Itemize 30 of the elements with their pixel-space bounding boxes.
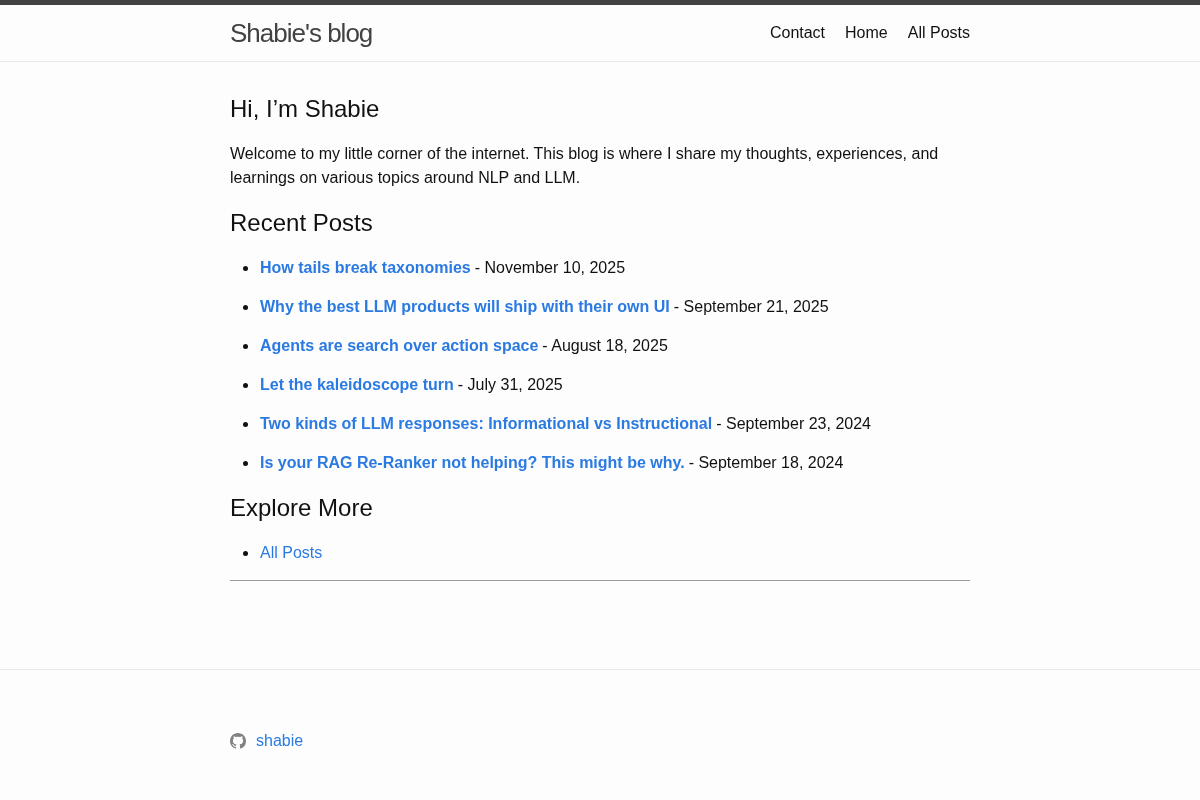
github-icon xyxy=(230,733,246,749)
post-link[interactable]: Is your RAG Re-Ranker not helping? This might be why. xyxy=(260,451,685,475)
intro-paragraph: Welcome to my little corner of the internet. This blog is where I share my thoughts, experiences, and learnings on various topics around NLP and LLM. xyxy=(230,144,940,188)
post-link[interactable]: Agents are search over action space xyxy=(260,334,539,358)
post-date: - September 23, 2024 xyxy=(716,414,871,434)
site-title[interactable]: Shabie's blog xyxy=(230,6,373,60)
post-link[interactable]: Two kinds of LLM responses: Informational vs Instructional xyxy=(260,412,713,436)
bullet-icon xyxy=(243,460,248,466)
bullet-icon xyxy=(243,382,248,388)
bullet-icon xyxy=(243,304,248,310)
post-date: - September 21, 2025 xyxy=(673,297,829,317)
bullet-icon xyxy=(243,265,248,271)
github-link[interactable]: shabie xyxy=(256,729,304,753)
nav-link[interactable]: All Posts xyxy=(907,21,970,45)
post-date: - November 10, 2025 xyxy=(474,258,626,278)
intro-heading: Hi, I’m Shabie xyxy=(230,94,381,124)
post-date: - July 31, 2025 xyxy=(457,375,563,395)
bullet-icon xyxy=(243,343,248,349)
post-link[interactable]: Why the best LLM products will ship with their own UI xyxy=(260,295,670,319)
post-link[interactable]: How tails break taxonomies xyxy=(260,256,471,280)
all-posts-link[interactable]: All Posts xyxy=(260,541,323,565)
nav-link[interactable]: Home xyxy=(845,21,888,45)
bullet-icon xyxy=(243,421,248,427)
section-heading: Explore More xyxy=(230,493,374,523)
post-date: - September 18, 2024 xyxy=(688,453,844,473)
section-heading: Recent Posts xyxy=(230,208,374,238)
nav-link[interactable]: Contact xyxy=(769,21,826,45)
bullet-icon xyxy=(243,550,248,556)
post-link[interactable]: Let the kaleidoscope turn xyxy=(260,373,454,397)
post-date: - August 18, 2025 xyxy=(542,336,668,356)
